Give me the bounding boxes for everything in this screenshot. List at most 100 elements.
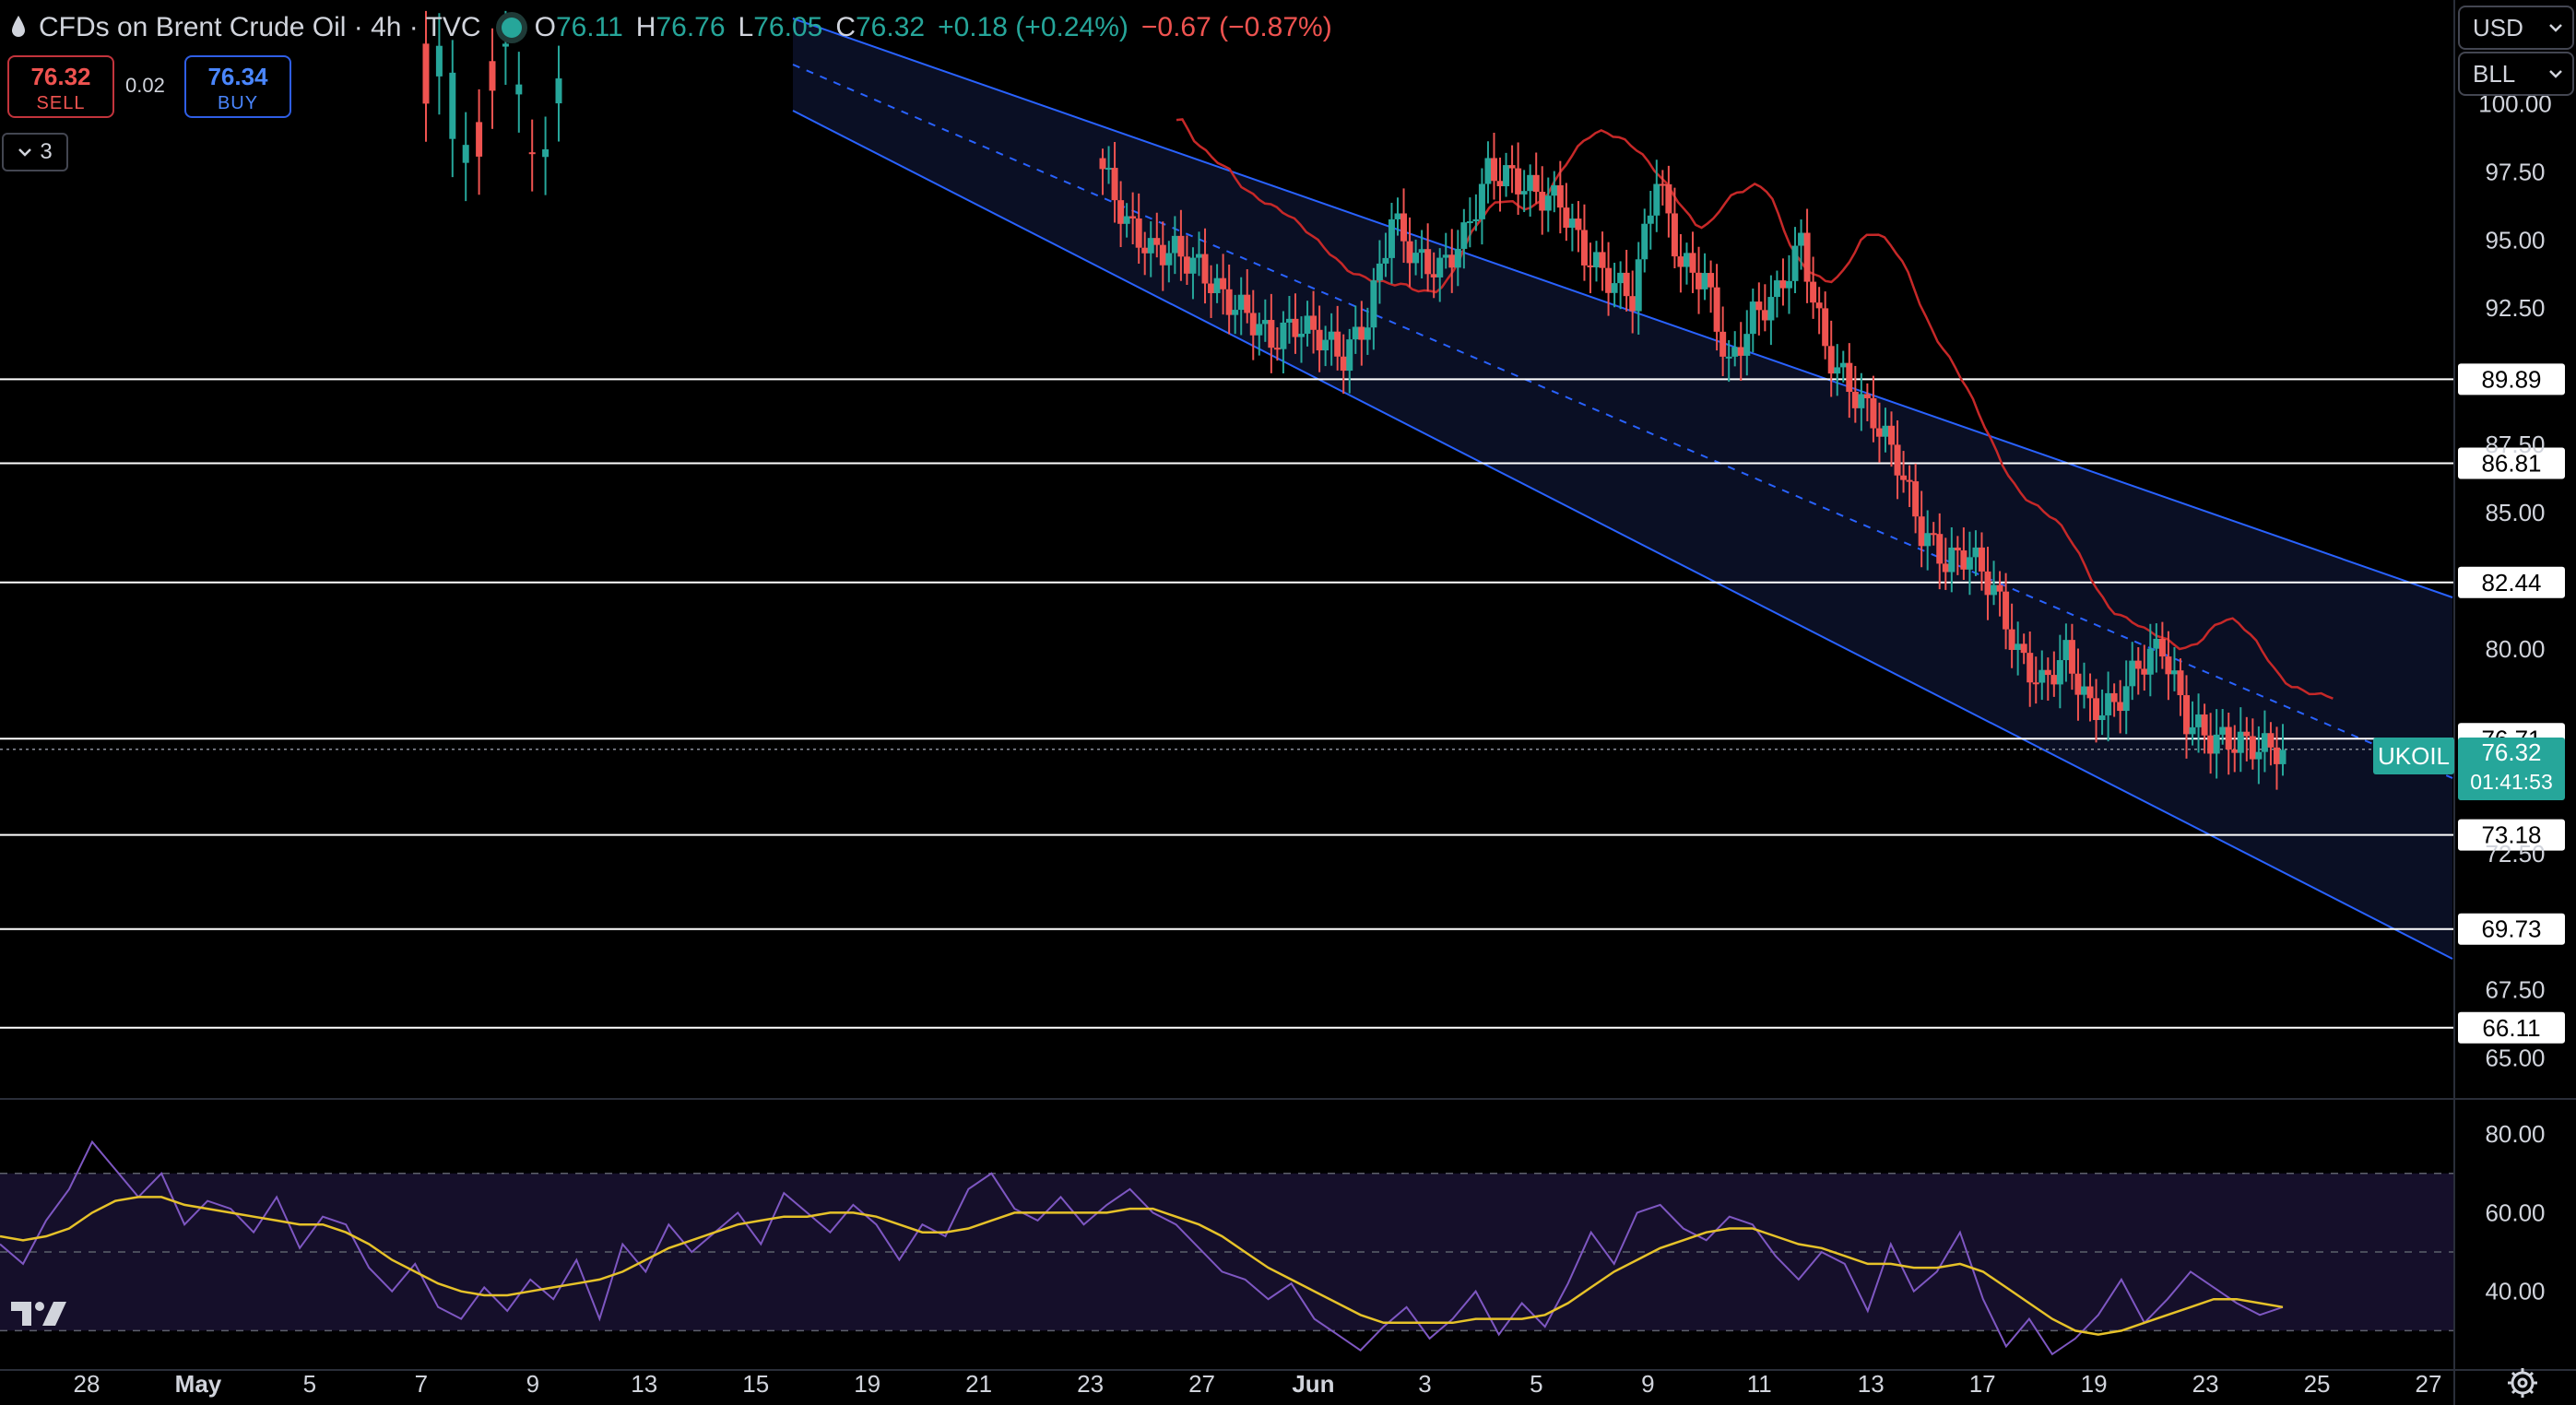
- candle-body: [1779, 280, 1787, 289]
- candle-body: [1689, 253, 1696, 273]
- candle-body: [2038, 669, 2046, 683]
- candle-body: [1256, 324, 1263, 336]
- candle-body: [489, 61, 496, 91]
- candle-body: [2086, 686, 2094, 699]
- candle-body: [1406, 241, 1413, 264]
- candle-body: [1478, 183, 1485, 219]
- level-tag-text: 82.44: [2481, 569, 2541, 596]
- candle-body: [1798, 232, 1805, 246]
- candle-body: [1599, 252, 1606, 268]
- candle-body: [1472, 218, 1480, 222]
- time-tick-label: 5: [303, 1370, 316, 1398]
- candle-body: [2015, 643, 2022, 650]
- candle-body: [2225, 726, 2232, 750]
- candle-body: [1839, 362, 1847, 368]
- currency-select[interactable]: USD: [2458, 6, 2574, 50]
- candle-body: [1827, 346, 1835, 374]
- candle-body: [1249, 313, 1257, 336]
- candle-body: [1225, 289, 1233, 315]
- channel-fill: [793, 18, 2452, 959]
- candle-body: [2068, 640, 2075, 674]
- time-tick-label: 19: [854, 1370, 880, 1398]
- rsi-panel: [0, 1139, 2454, 1356]
- candle-body: [1984, 571, 1991, 596]
- tradingview-logo-icon[interactable]: [11, 1298, 70, 1329]
- candle-body: [1906, 479, 1913, 482]
- candle-body: [2110, 692, 2118, 702]
- indicators-toggle-button[interactable]: 3: [2, 133, 68, 171]
- candle-body: [1942, 563, 1949, 573]
- candle-body: [1948, 547, 1956, 573]
- candle-body: [2134, 660, 2142, 669]
- candle-body: [1918, 516, 1925, 547]
- candle-body: [1851, 392, 1859, 408]
- chevron-down-icon: [2549, 70, 2562, 78]
- candle-body: [1285, 318, 1293, 323]
- time-tick-label: 3: [1418, 1370, 1431, 1398]
- candle-body: [2032, 682, 2039, 685]
- candle-body: [1556, 184, 1564, 208]
- candle-body: [1436, 257, 1444, 277]
- candle-body: [1141, 247, 1149, 254]
- candle-body: [1280, 322, 1287, 349]
- candle-body: [1466, 221, 1473, 224]
- candle-body: [1900, 475, 1908, 480]
- candle-body: [1863, 394, 1871, 398]
- chart[interactable]: 89.8986.8182.4476.7173.1869.7366.11 100.…: [0, 0, 2576, 1405]
- chevron-down-icon: [2549, 24, 2562, 32]
- candle-body: [1183, 256, 1190, 274]
- level-tag-text: 89.89: [2481, 365, 2541, 393]
- candle-body: [2062, 640, 2070, 661]
- candle-body: [2213, 734, 2220, 754]
- candle-body: [1460, 222, 1468, 249]
- price-tick-label: 67.50: [2485, 976, 2545, 1004]
- candle-body: [1515, 168, 1522, 195]
- price-tick-label: 80.00: [2485, 635, 2545, 663]
- candle-body: [1707, 273, 1715, 288]
- symbol-title[interactable]: CFDs on Brent Crude Oil · 4h · TVC: [39, 12, 481, 43]
- candle-body: [1737, 347, 1744, 356]
- candle-body: [2093, 698, 2100, 721]
- candle-body: [1388, 218, 1395, 258]
- candle-body: [1244, 294, 1251, 313]
- candle-body: [2261, 733, 2268, 752]
- candle-body: [1683, 253, 1690, 267]
- sell-button[interactable]: 76.32 SELL: [7, 55, 114, 118]
- candle-body: [2105, 692, 2112, 715]
- candle-body: [1352, 326, 1359, 340]
- candle-body: [1201, 254, 1209, 284]
- time-tick-label: 27: [2416, 1370, 2442, 1398]
- gear-icon[interactable]: [2504, 1364, 2541, 1401]
- candle-body: [1677, 256, 1684, 267]
- candle-body: [1370, 280, 1377, 328]
- candle-body: [528, 152, 536, 155]
- candle-body: [1442, 254, 1449, 258]
- candle-body: [1448, 254, 1456, 268]
- candle-body: [1743, 334, 1751, 356]
- candle-body: [2243, 731, 2251, 737]
- candle-body: [1575, 218, 1582, 230]
- ohlc-close: C76.32: [835, 12, 926, 42]
- time-tick-label: 25: [2304, 1370, 2331, 1398]
- ohlc-open: O76.11: [534, 12, 623, 42]
- candle-body: [1111, 168, 1118, 201]
- candle-body: [2255, 751, 2263, 760]
- currency-value: USD: [2473, 13, 2523, 41]
- candle-body: [1731, 347, 1739, 357]
- candle-body: [1593, 252, 1601, 267]
- candle-body: [476, 122, 483, 157]
- buy-button[interactable]: 76.34 BUY: [184, 55, 291, 118]
- candle-body: [1340, 356, 1347, 372]
- sell-label: SELL: [36, 93, 86, 113]
- candle-body: [2165, 656, 2172, 675]
- candle-body: [2050, 675, 2058, 685]
- time-tick-label: 9: [1641, 1370, 1654, 1398]
- candle-body: [1665, 183, 1672, 214]
- candle-body: [1147, 238, 1154, 254]
- candle-body: [2117, 702, 2124, 712]
- time-tick-label: 13: [1858, 1370, 1885, 1398]
- candle-body: [2122, 686, 2130, 712]
- unit-value: BLL: [2473, 59, 2516, 88]
- candle-body: [1749, 301, 1756, 335]
- unit-select[interactable]: BLL: [2458, 52, 2574, 96]
